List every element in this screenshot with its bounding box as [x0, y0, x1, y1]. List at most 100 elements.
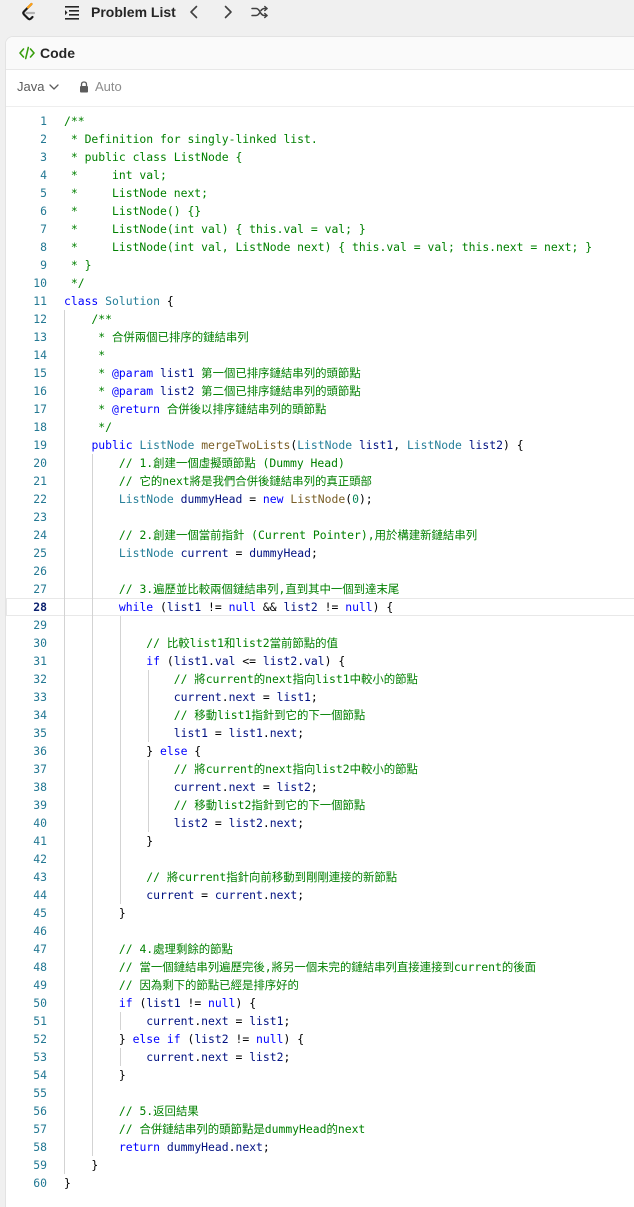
code-line[interactable]: 8 * ListNode(int val, ListNode next) { t… [6, 238, 634, 256]
code-line[interactable]: 20 // 1.創建一個虛擬頭節點 (Dummy Head) [6, 454, 634, 472]
code-line[interactable]: 44 current = current.next; [6, 886, 634, 904]
code-line[interactable]: 2 * Definition for singly-linked list. [6, 130, 634, 148]
code-line[interactable]: 17 * @return 合併後以排序鏈結串列的頭節點 [6, 400, 634, 418]
code-token: ) { [324, 654, 346, 668]
code-line[interactable]: 21 // 它的next將是我們合併後鏈結串列的真正頭部 [6, 472, 634, 490]
code-line[interactable]: 47 // 4.處理剩餘的節點 [6, 940, 634, 958]
code-line[interactable]: 28 while (list1 != null && list2 != null… [6, 598, 634, 616]
code-tab[interactable]: Code [40, 44, 75, 62]
code-line[interactable]: 6 * ListNode() {} [6, 202, 634, 220]
code-token: null [208, 996, 236, 1010]
line-number: 14 [33, 348, 47, 362]
code-line[interactable]: 38 current.next = list2; [6, 778, 634, 796]
line-number: 48 [33, 960, 47, 974]
code-line[interactable]: 49 // 因為剩下的節點已經是排序好的 [6, 976, 634, 994]
code-text: // 將current指針向前移動到剛剛連接的新節點 [64, 868, 397, 886]
code-line[interactable]: 60} [6, 1174, 634, 1192]
code-line[interactable]: 59 } [6, 1156, 634, 1174]
code-editor[interactable]: 1 /** 2 * Definition for singly-linked lis… [6, 112, 634, 1192]
code-line[interactable]: 4 * int val; [6, 166, 634, 184]
indent-guide [120, 850, 121, 868]
code-line[interactable]: 1 /** [6, 112, 634, 130]
code-panel-header: Code [6, 37, 634, 70]
code-line[interactable]: 29 [6, 616, 634, 634]
code-token: * [64, 384, 113, 398]
code-token: list1 [228, 726, 263, 740]
code-line[interactable]: 42 [6, 850, 634, 868]
code-line[interactable]: 55 [6, 1084, 634, 1102]
code-line[interactable]: 35 list1 = list1.next; [6, 724, 634, 742]
code-line[interactable]: 7 * ListNode(int val) { this.val = val; … [6, 220, 634, 238]
code-line[interactable]: 52 } else if (list2 != null) { [6, 1030, 634, 1048]
code-token: * [64, 348, 106, 362]
code-line[interactable]: 36 } else { [6, 742, 634, 760]
code-line[interactable]: 13 * 合併兩個已排序的鏈結串列 [6, 328, 634, 346]
indent-guide [64, 922, 65, 940]
code-token: != [228, 1032, 257, 1046]
code-line[interactable]: 16 * @param list2 第二個已排序鏈結串列的頭節點 [6, 382, 634, 400]
code-line[interactable]: 26 [6, 562, 634, 580]
code-token: @param [112, 366, 154, 380]
code-line[interactable]: 10 */ [6, 274, 634, 292]
code-text: } else if (list2 != null) { [64, 1030, 304, 1048]
problem-list-button[interactable]: Problem List [91, 3, 176, 21]
code-line[interactable]: 15 * @param list1 第一個已排序鏈結串列的頭節點 [6, 364, 634, 382]
code-text: // 移動list1指針到它的下一個節點 [64, 706, 366, 724]
random-problem-button[interactable] [250, 3, 270, 21]
previous-problem-button[interactable] [184, 3, 204, 21]
code-line[interactable]: 34 // 移動list1指針到它的下一個節點 [6, 706, 634, 724]
code-text: /** [64, 112, 85, 130]
code-line[interactable]: 22 ListNode dummyHead = new ListNode(0); [6, 490, 634, 508]
code-line[interactable]: 12 /** [6, 310, 634, 328]
code-token: ; [310, 690, 318, 704]
language-select[interactable]: Java [17, 79, 60, 95]
code-line[interactable]: 25 ListNode current = dummyHead; [6, 544, 634, 562]
code-line[interactable]: 5 * ListNode next; [6, 184, 634, 202]
code-line[interactable]: 56 // 5.返回結果 [6, 1102, 634, 1120]
code-line[interactable]: 11 class Solution { [6, 292, 634, 310]
line-number: 55 [33, 1086, 47, 1100]
code-line[interactable]: 9 * } [6, 256, 634, 274]
code-line[interactable]: 37 // 將current的next指向list2中較小的節點 [6, 760, 634, 778]
line-number: 37 [33, 762, 47, 776]
code-line[interactable]: 46 [6, 922, 634, 940]
code-line[interactable]: 45 } [6, 904, 634, 922]
code-text: * @param list1 第一個已排序鏈結串列的頭節點 [64, 364, 360, 382]
code-line[interactable]: 23 [6, 508, 634, 526]
code-token: ; [297, 816, 305, 830]
code-line[interactable]: 39 // 移動list2指針到它的下一個節點 [6, 796, 634, 814]
code-line[interactable]: 50 if (list1 != null) { [6, 994, 634, 1012]
code-line[interactable]: 18 */ [6, 418, 634, 436]
code-line[interactable]: 32 // 將current的next指向list1中較小的節點 [6, 670, 634, 688]
code-token: next [228, 690, 257, 704]
code-line[interactable]: 43 // 將current指針向前移動到剛剛連接的新節點 [6, 868, 634, 886]
code-line[interactable]: 3 * public class ListNode { [6, 148, 634, 166]
code-token: // 當一個鏈結串列遍歷完後,將另一個未完的鏈結串列直接連接到current的後… [118, 960, 537, 974]
code-line[interactable]: 27 // 3.遍歷並比較兩個鏈結串列,直到其中一個到達末尾 [6, 580, 634, 598]
code-line[interactable]: 58 return dummyHead.next; [6, 1138, 634, 1156]
code-line[interactable]: 53 current.next = list2; [6, 1048, 634, 1066]
code-line[interactable]: 31 if (list1.val <= list2.val) { [6, 652, 634, 670]
code-line[interactable]: 54 } [6, 1066, 634, 1084]
code-token: current [180, 546, 229, 560]
code-token: // 3.遍歷並比較兩個鏈結串列,直到其中一個到達末尾 [118, 582, 400, 596]
code-token: current [214, 888, 263, 902]
code-token: ; [297, 888, 305, 902]
top-navigation-bar: Problem List [0, 0, 634, 25]
code-line[interactable]: 41 } [6, 832, 634, 850]
line-number: 6 [40, 204, 47, 218]
next-problem-button[interactable] [218, 3, 238, 21]
code-line[interactable]: 48 // 當一個鏈結串列遍歷完後,將另一個未完的鏈結串列直接連接到curren… [6, 958, 634, 976]
leetcode-logo-icon[interactable] [18, 1, 40, 23]
code-line[interactable]: 19 public ListNode mergeTwoLists(ListNod… [6, 436, 634, 454]
code-line[interactable]: 40 list2 = list2.next; [6, 814, 634, 832]
code-line[interactable]: 33 current.next = list1; [6, 688, 634, 706]
code-line[interactable]: 57 // 合併鏈結串列的頭節點是dummyHead的next [6, 1120, 634, 1138]
code-line[interactable]: 14 * [6, 346, 634, 364]
code-line[interactable]: 51 current.next = list1; [6, 1012, 634, 1030]
code-line[interactable]: 30 // 比較list1和list2當前節點的值 [6, 634, 634, 652]
auto-mode-toggle[interactable]: Auto [79, 79, 122, 95]
code-line[interactable]: 24 // 2.創建一個當前指針 (Current Pointer),用於構建新… [6, 526, 634, 544]
problem-list-icon[interactable] [64, 4, 80, 20]
